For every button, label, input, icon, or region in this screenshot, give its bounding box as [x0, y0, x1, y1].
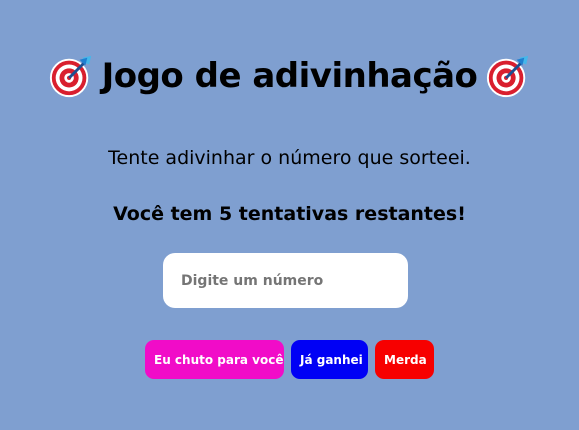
- title-row: Jogo de adivinhação: [0, 48, 579, 104]
- guess-number-input[interactable]: [163, 253, 408, 308]
- target-dart-icon: [49, 55, 91, 98]
- target-dart-icon: [487, 55, 529, 98]
- guess-for-me-button[interactable]: Eu chuto para você: [145, 340, 284, 379]
- action-buttons: Eu chuto para você Já ganhei Merda: [0, 340, 579, 379]
- guessing-game-page: Jogo de adivinhação Tente adivinhar o nú…: [0, 0, 579, 430]
- page-title: Jogo de adivinhação: [101, 56, 478, 96]
- quit-button[interactable]: Merda: [375, 340, 434, 379]
- instruction-text: Tente adivinhar o número que sorteei.: [108, 147, 471, 169]
- already-won-button[interactable]: Já ganhei: [291, 340, 368, 379]
- remaining-attempts-text: Você tem 5 tentativas restantes!: [113, 203, 466, 225]
